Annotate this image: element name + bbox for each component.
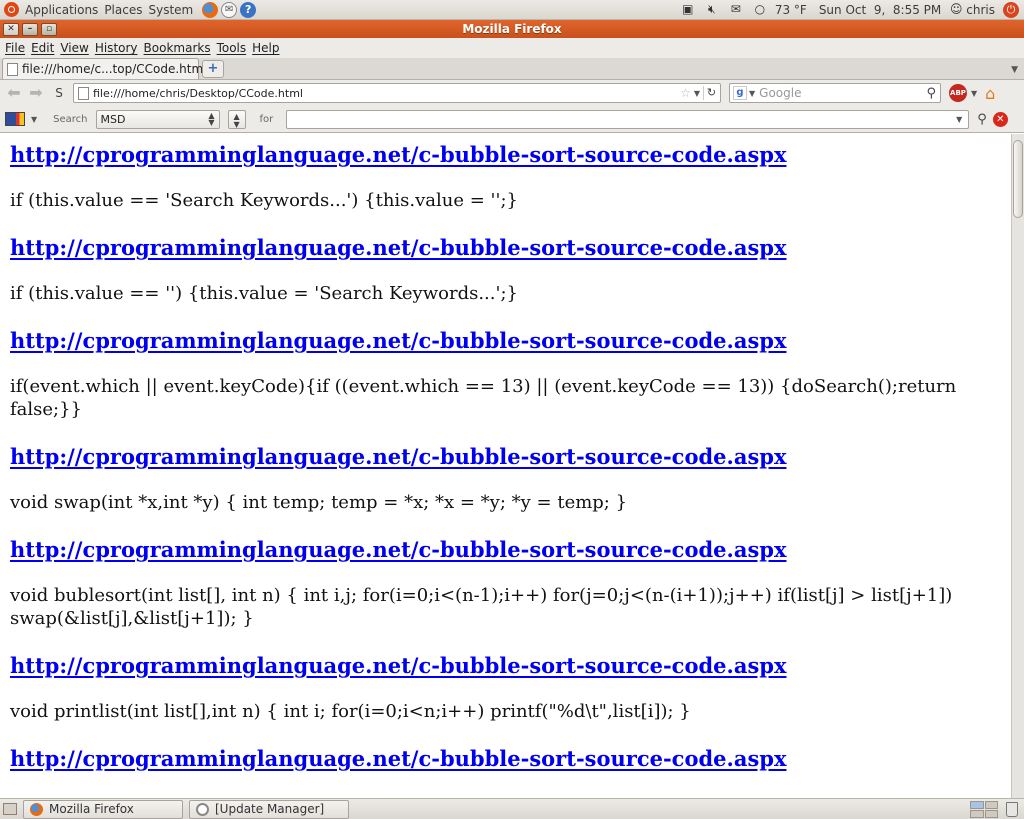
code-text: void printlist(int list[],int n) { int i…: [10, 701, 691, 722]
back-button[interactable]: ⬅: [4, 83, 24, 103]
site-icon: [78, 86, 89, 100]
home-icon[interactable]: ⌂: [985, 84, 995, 103]
menu-bar: File Edit View History Bookmarks Tools H…: [0, 38, 1024, 58]
bubble-sort-link[interactable]: http://cprogramminglanguage.net/c-bubble…: [10, 537, 1011, 563]
taskbar-update-manager-button[interactable]: [Update Manager]: [189, 799, 349, 819]
adblock-dropdown-icon[interactable]: ▼: [971, 89, 977, 98]
vertical-scrollbar[interactable]: [1011, 134, 1024, 798]
menu-file[interactable]: File: [2, 41, 28, 55]
user-name[interactable]: chris: [963, 3, 998, 17]
code-text: if(event.which || event.keyCode){if ((ev…: [10, 376, 957, 420]
tab-label: file:///home/c...top/CCode.html: [22, 62, 207, 76]
clock[interactable]: Sun Oct 9, 8:55 PM: [816, 3, 944, 17]
msd-clear-icon[interactable]: ✕: [992, 111, 1008, 127]
new-tab-button[interactable]: +: [202, 60, 224, 78]
bubble-sort-link[interactable]: http://cprogramminglanguage.net/c-bubble…: [10, 444, 1011, 470]
msd-query-dropdown-icon[interactable]: ▼: [956, 115, 962, 124]
maximize-window-button[interactable]: ▫: [41, 22, 57, 36]
taskbar-label: [Update Manager]: [215, 802, 325, 816]
select-arrows-icon: ▲ ▼: [208, 111, 215, 127]
tab-ccode[interactable]: file:///home/c...top/CCode.html: [2, 58, 207, 79]
bubble-sort-link[interactable]: http://cprogramminglanguage.net/c-bubble…: [10, 235, 1011, 261]
menu-tools[interactable]: Tools: [214, 41, 250, 55]
update-manager-icon: [196, 802, 209, 816]
search-bar[interactable]: g ▼ Google ⚲: [729, 83, 941, 103]
weather-temperature[interactable]: 73 °F: [772, 3, 810, 17]
tab-strip: file:///home/c...top/CCode.html + ▼: [0, 58, 1024, 80]
navigation-toolbar: ⬅ ➡ S file:///home/chris/Desktop/CCode.h…: [0, 80, 1024, 106]
search-icon[interactable]: ⚲: [926, 86, 936, 101]
trash-icon[interactable]: [1006, 801, 1018, 817]
google-icon[interactable]: g: [733, 86, 747, 100]
bubble-sort-link[interactable]: http://cprogramminglanguage.net/c-bubble…: [10, 328, 1011, 354]
msd-spin-button[interactable]: ▲ ▼: [227, 109, 246, 129]
search-engine-dropdown-icon[interactable]: ▼: [749, 89, 755, 98]
ubuntu-logo-icon[interactable]: [4, 2, 19, 17]
window-title-bar[interactable]: ✕ – ▫ Mozilla Firefox: [0, 20, 1024, 38]
msd-search-label: Search: [53, 113, 88, 125]
code-text: void bublesort(int list[], int n) { int …: [10, 585, 953, 629]
bubble-sort-link[interactable]: http://cprogramminglanguage.net/c-bubble…: [10, 653, 1011, 679]
window-title: Mozilla Firefox: [462, 22, 562, 36]
weather-icon: ○: [754, 2, 766, 16]
url-history-dropdown-icon[interactable]: ▼: [694, 89, 700, 98]
network-icon[interactable]: ▣: [681, 3, 695, 16]
code-text: if (this.value == '') {this.value = 'Sea…: [10, 283, 518, 304]
stop-icon[interactable]: S: [51, 86, 67, 100]
msd-source-select[interactable]: MSD ▲ ▼: [95, 109, 220, 129]
firefox-launcher-icon[interactable]: [202, 1, 219, 18]
firefox-icon: [30, 802, 43, 816]
volume-muted-icon[interactable]: 🔇︎: [705, 3, 719, 16]
msd-for-label: for: [259, 113, 274, 125]
reload-icon[interactable]: ↻: [703, 86, 717, 100]
top-panel: Applications Places System ✉ ? ▣ 🔇︎ ✉ ○ …: [0, 0, 1024, 20]
places-menu[interactable]: Places: [101, 3, 145, 17]
applications-menu[interactable]: Applications: [22, 3, 101, 17]
msd-source-value: MSD: [100, 112, 126, 126]
bookmark-star-icon[interactable]: ☆: [680, 86, 691, 100]
mail-indicator-icon[interactable]: ✉: [729, 3, 743, 16]
menu-view[interactable]: View: [57, 41, 91, 55]
power-icon[interactable]: ⏻: [1003, 1, 1019, 18]
url-bar[interactable]: file:///home/chris/Desktop/CCode.html ☆ …: [73, 83, 721, 103]
workspace-switcher[interactable]: [970, 800, 998, 818]
system-menu[interactable]: System: [145, 3, 196, 17]
taskbar-label: Mozilla Firefox: [49, 802, 134, 816]
mail-launcher-icon[interactable]: ✉: [221, 1, 238, 18]
minimize-window-button[interactable]: –: [22, 22, 38, 36]
url-text[interactable]: file:///home/chris/Desktop/CCode.html: [93, 87, 677, 100]
bottom-panel: Mozilla Firefox [Update Manager]: [0, 798, 1024, 819]
page-icon: [7, 62, 18, 76]
forward-button[interactable]: ➡: [26, 83, 46, 103]
tab-list-icon[interactable]: ▼: [1011, 65, 1018, 75]
close-window-button[interactable]: ✕: [3, 22, 19, 36]
code-text: void swap(int *x,int *y) { int temp; tem…: [10, 492, 628, 513]
scrollbar-thumb[interactable]: [1013, 140, 1023, 218]
user-icon: ☺: [950, 2, 963, 16]
msd-search-toolbar: ▼ Search MSD ▲ ▼ ▲ ▼ for ▼ ⚲ ✕: [0, 106, 1024, 133]
msd-query-input[interactable]: ▼: [286, 109, 970, 129]
code-text: if (this.value == 'Search Keywords...') …: [10, 190, 518, 211]
menu-history[interactable]: History: [92, 41, 141, 55]
search-input[interactable]: Google: [759, 86, 926, 100]
adblock-icon[interactable]: ABP: [949, 84, 967, 102]
show-desktop-icon[interactable]: [3, 803, 17, 815]
msd-search-go-icon[interactable]: ⚲: [977, 112, 987, 127]
taskbar-firefox-button[interactable]: Mozilla Firefox: [23, 799, 183, 819]
menu-help[interactable]: Help: [249, 41, 282, 55]
bubble-sort-link[interactable]: http://cprogramminglanguage.net/c-bubble…: [10, 142, 1011, 168]
page-content: http://cprogramminglanguage.net/c-bubble…: [0, 134, 1011, 798]
help-launcher-icon[interactable]: ?: [240, 1, 257, 18]
msd-logo-icon[interactable]: [5, 112, 25, 126]
msd-menu-dropdown-icon[interactable]: ▼: [31, 115, 37, 124]
menu-bookmarks[interactable]: Bookmarks: [141, 41, 214, 55]
menu-edit[interactable]: Edit: [28, 41, 57, 55]
bubble-sort-link[interactable]: http://cprogramminglanguage.net/c-bubble…: [10, 746, 1011, 772]
